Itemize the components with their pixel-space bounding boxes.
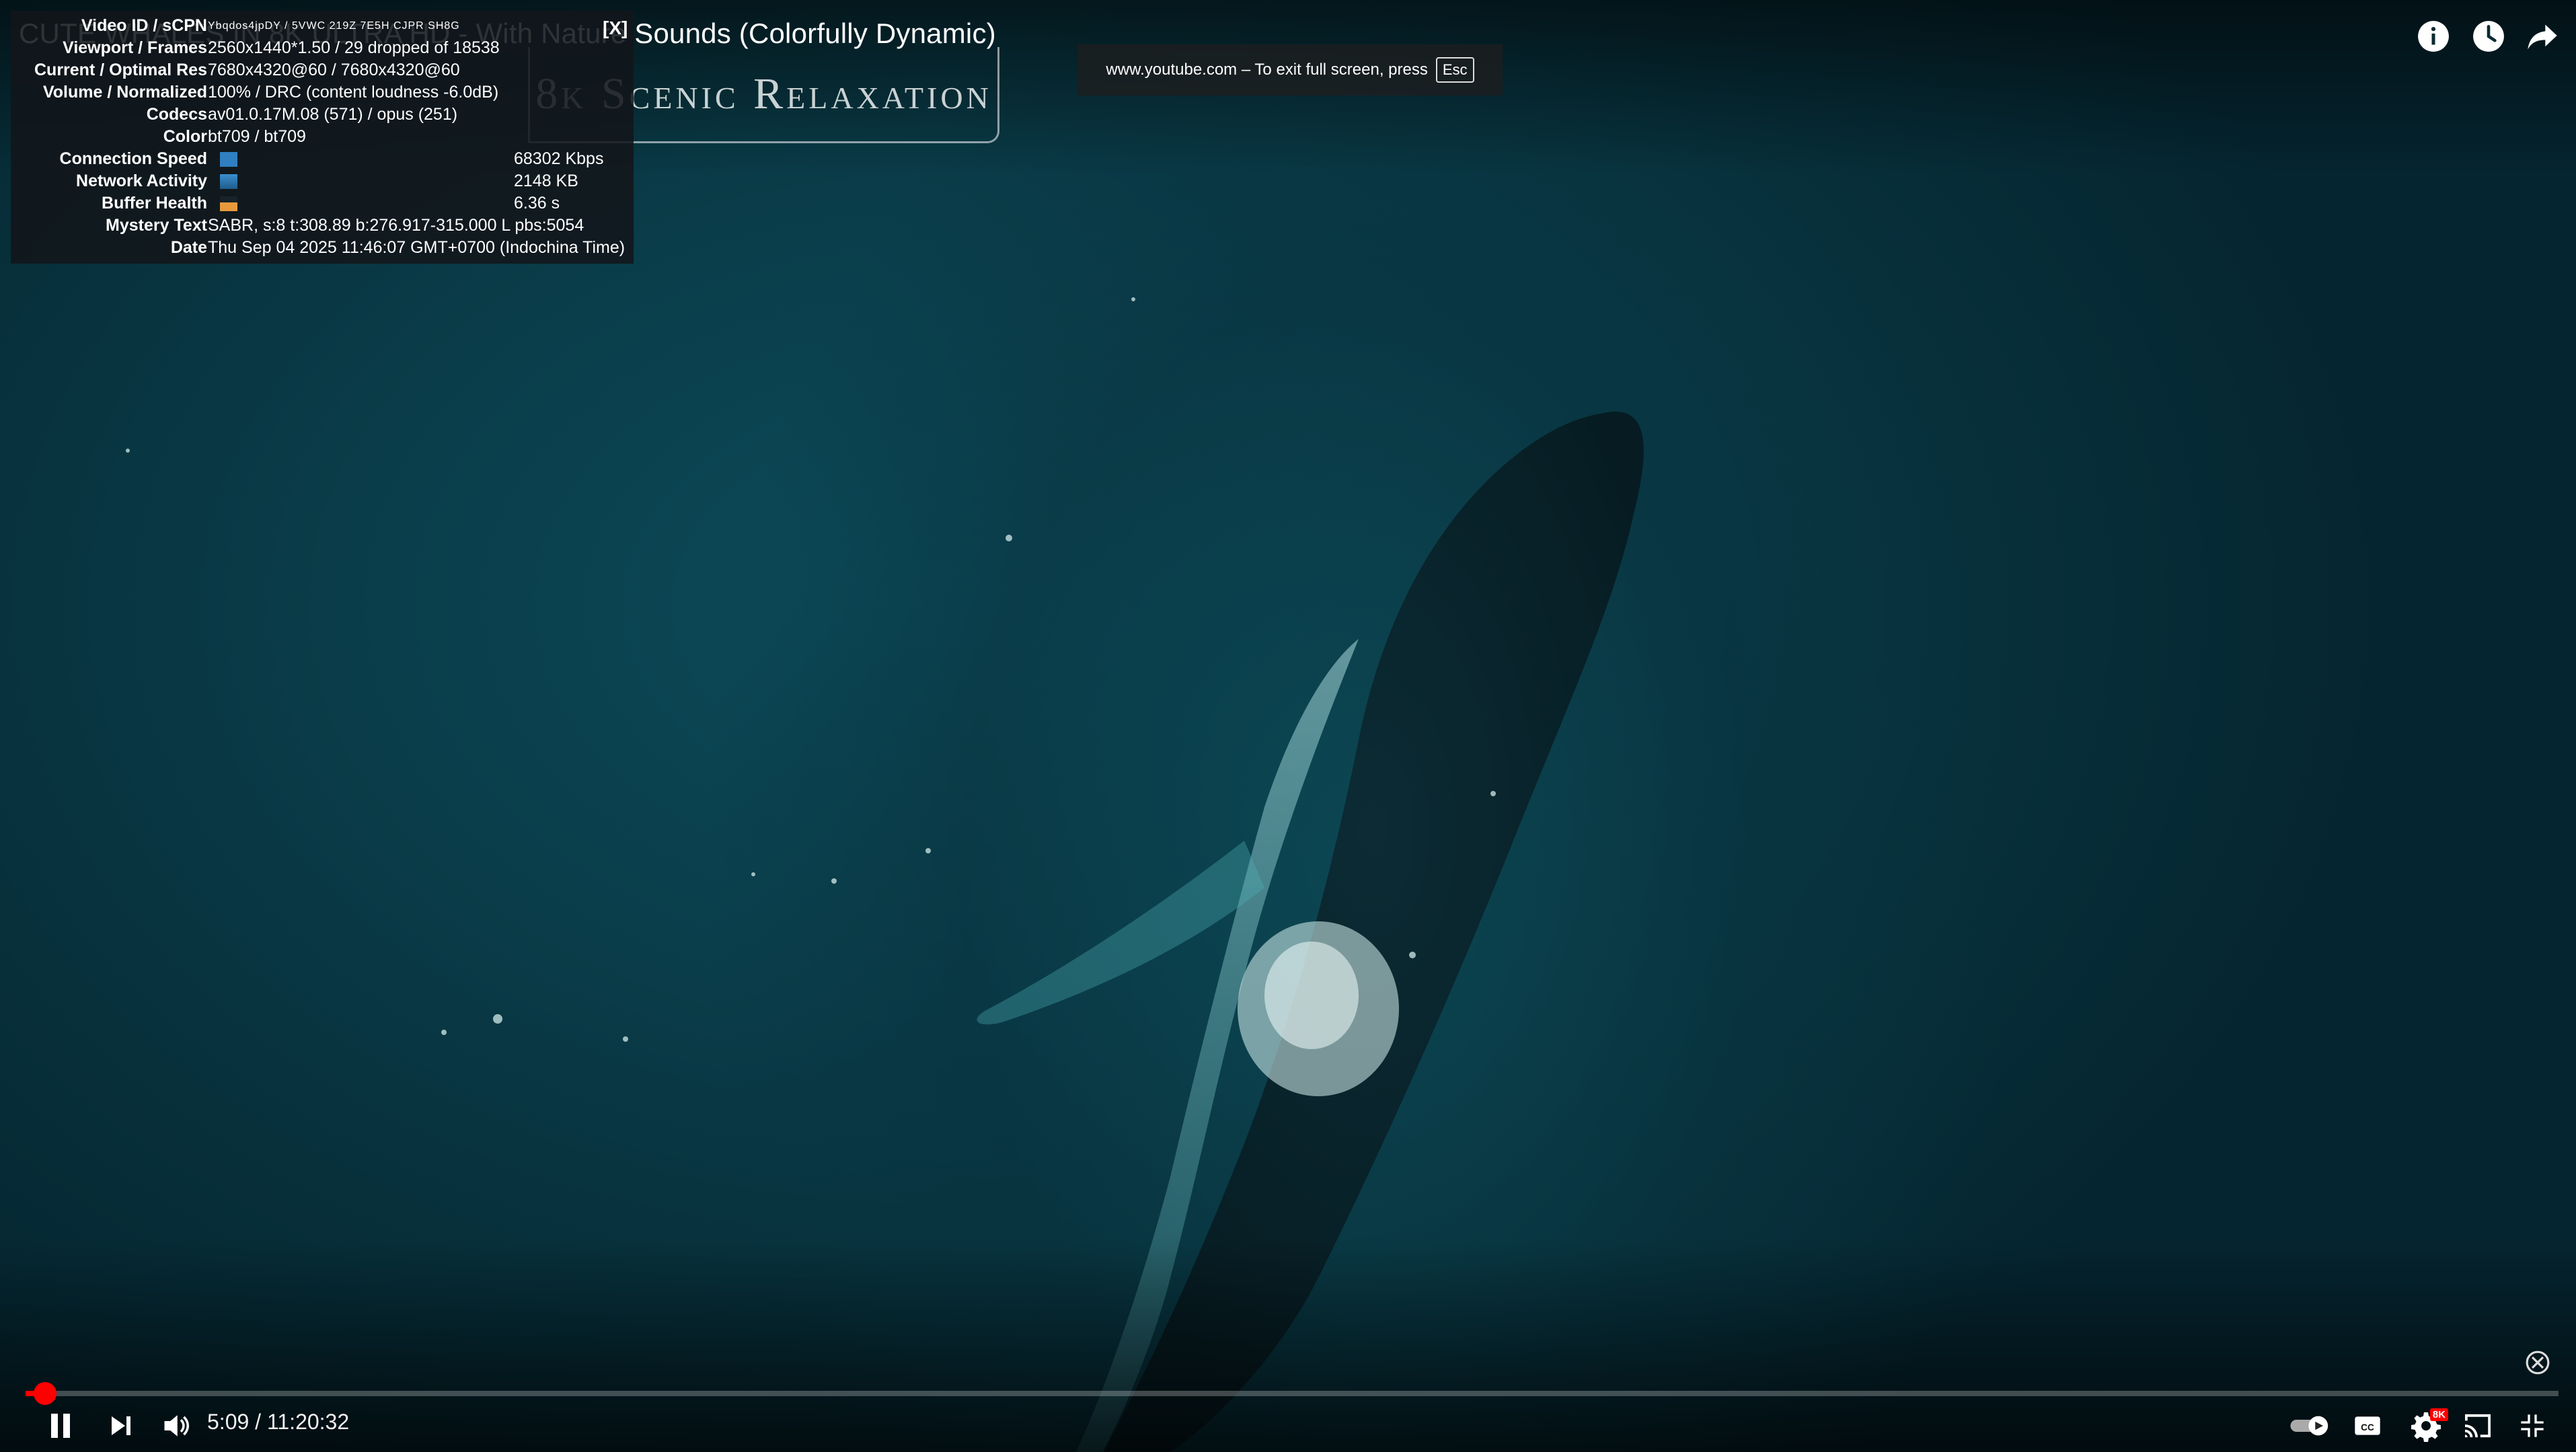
stats-row-video-id: Video ID / sCPN Ybqdos4jpDY / 5VWC 219Z … [81,16,460,35]
exit-fullscreen-button[interactable] [2511,1406,2553,1446]
stats-row-codecs: Codecs av01.0.17M.08 (571) / opus (251) [146,105,458,124]
mute-button[interactable] [156,1406,196,1446]
autoplay-toggle-icon [2290,1416,2328,1436]
bottom-gradient [0,1237,2576,1452]
stats-row-volume: Volume / Normalized 100% / DRC (content … [42,83,499,102]
stats-close-button[interactable]: [X] [603,17,628,39]
autoplay-toggle[interactable] [2287,1406,2335,1446]
stats-row-viewport: Viewport / Frames 2560x1440*1.50 / 29 dr… [63,38,500,57]
stats-row-buffer-health: Buffer Health 6.36 s [102,194,560,213]
progress-bar[interactable] [26,1382,2559,1405]
captions-button[interactable]: CC [2347,1406,2388,1446]
buffer-health-graph [220,196,237,211]
stats-row-network-activity: Network Activity 2148 KB [76,171,578,190]
duration: 11:20:32 [266,1410,350,1434]
stats-row-resolution: Current / Optimal Res 7680x4320@60 / 768… [34,61,460,79]
captions-icon: CC [2355,1416,2380,1435]
quality-badge: 8K [2429,1408,2448,1421]
next-button[interactable] [101,1406,141,1446]
next-icon [112,1416,130,1435]
annotation-icon[interactable] [2524,1348,2552,1377]
share-icon[interactable] [2524,17,2561,55]
settings-button[interactable]: 8K [2402,1406,2450,1446]
info-icon[interactable] [2415,17,2452,55]
fullscreen-notice: www.youtube.com – To exit full screen, p… [1077,44,1503,95]
network-activity-graph [220,174,237,189]
volume-icon [164,1415,190,1437]
time-display: 5:09 / 11:20:32 [207,1410,349,1435]
stats-row-color: Color bt709 / bt709 [163,127,306,146]
stats-row-connection-speed: Connection Speed 68302 Kbps [59,149,604,168]
cast-icon [2465,1414,2491,1438]
pause-button[interactable] [40,1406,81,1446]
stats-for-nerds-panel: Video ID / sCPN Ybqdos4jpDY / 5VWC 219Z … [11,11,634,264]
cast-button[interactable] [2456,1406,2499,1446]
progress-scrubber[interactable] [34,1382,56,1405]
time-separator: / [249,1410,267,1434]
stats-row-date: Date Thu Sep 04 2025 11:46:07 GMT+0700 (… [170,238,626,257]
esc-key-badge: Esc [1435,57,1474,83]
fullscreen-notice-text: www.youtube.com – To exit full screen, p… [1106,61,1428,79]
current-time: 5:09 [207,1410,250,1434]
exit-fullscreen-icon [2521,1414,2544,1437]
watch-later-icon[interactable] [2470,17,2507,55]
stats-row-mystery-text: Mystery Text SABR, s:8 t:308.89 b:276.91… [106,216,584,235]
pause-icon [51,1414,70,1438]
svg-text:CC: CC [2361,1422,2374,1432]
video-player[interactable]: CUTE WHALES IN 8K ULTRA HD - With Nature… [0,0,2576,1452]
connection-speed-graph [220,152,237,167]
